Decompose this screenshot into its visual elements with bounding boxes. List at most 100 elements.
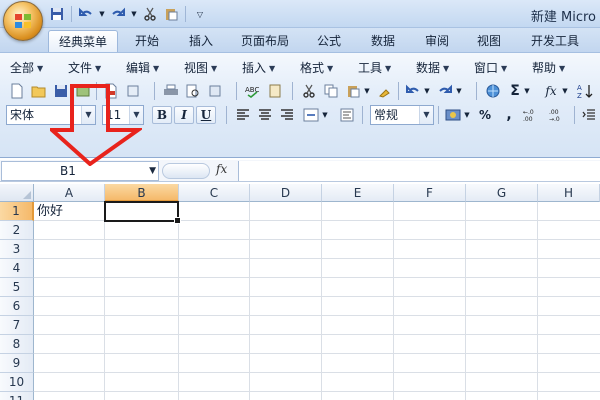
row-header-11[interactable]: 11 xyxy=(0,392,34,400)
hyperlink-globe-icon[interactable] xyxy=(484,82,502,100)
comma-style-button[interactable]: , xyxy=(500,106,518,124)
print-icon[interactable] xyxy=(162,82,180,100)
menu-help[interactable]: 帮助 ▼ xyxy=(532,58,565,78)
align-right-icon[interactable] xyxy=(278,106,296,124)
tab-formulas[interactable]: 公式 xyxy=(306,30,352,52)
worksheet-grid[interactable]: A B C D E F G H 1 2 3 4 5 6 7 8 9 10 11 … xyxy=(0,184,600,400)
tab-classic-menu[interactable]: 经典菜单 xyxy=(48,30,118,52)
row-header-7[interactable]: 7 xyxy=(0,316,34,335)
decrease-decimal-icon[interactable]: .00 →.0 xyxy=(548,106,566,124)
undo-dropdown-icon[interactable]: ▼ xyxy=(98,5,106,23)
tab-home[interactable]: 开始 xyxy=(124,30,170,52)
row-header-1[interactable]: 1 xyxy=(0,202,34,221)
tab-data[interactable]: 数据 xyxy=(360,30,406,52)
percent-style-button[interactable]: % xyxy=(476,106,494,124)
undo-icon[interactable] xyxy=(77,5,95,23)
formula-bar-splitter[interactable] xyxy=(162,163,210,179)
row-header-4[interactable]: 4 xyxy=(0,259,34,278)
menu-window[interactable]: 窗口 ▼ xyxy=(474,58,507,78)
formula-input[interactable] xyxy=(238,161,600,181)
chevron-down-icon[interactable]: ▼ xyxy=(419,106,433,124)
open-folder-icon[interactable] xyxy=(30,82,48,100)
spelling-icon[interactable] xyxy=(206,82,224,100)
chevron-down-icon[interactable]: ▼ xyxy=(149,162,156,180)
row-header-6[interactable]: 6 xyxy=(0,297,34,316)
column-header-h[interactable]: H xyxy=(538,184,600,202)
sort-ascending-icon[interactable]: AZ xyxy=(576,82,594,100)
redo-icon[interactable] xyxy=(436,82,454,100)
customize-qat-icon[interactable]: ▽ xyxy=(191,5,209,23)
wrap-text-icon[interactable] xyxy=(338,106,356,124)
redo-icon[interactable] xyxy=(109,5,127,23)
row-header-8[interactable]: 8 xyxy=(0,335,34,354)
new-document-icon[interactable] xyxy=(8,82,26,100)
save-icon[interactable] xyxy=(48,5,66,23)
paste-icon[interactable] xyxy=(344,82,362,100)
tab-developer[interactable]: 开发工具 xyxy=(522,30,588,52)
chevron-down-icon[interactable]: ▼ xyxy=(81,106,95,124)
column-header-e[interactable]: E xyxy=(322,184,394,202)
print-preview-icon[interactable] xyxy=(184,82,202,100)
name-box[interactable]: B1 ▼ xyxy=(1,161,159,181)
bold-button[interactable]: B xyxy=(152,106,172,124)
attach-icon[interactable] xyxy=(124,82,142,100)
font-size-combo[interactable]: 11 ▼ xyxy=(102,105,144,125)
menu-format[interactable]: 格式 ▼ xyxy=(300,58,333,78)
row-header-3[interactable]: 3 xyxy=(0,240,34,259)
undo-icon[interactable] xyxy=(404,82,422,100)
autosum-dropdown-icon[interactable]: ▼ xyxy=(522,82,532,100)
tab-review[interactable]: 审阅 xyxy=(414,30,460,52)
menu-file[interactable]: 文件 ▼ xyxy=(68,58,101,78)
column-header-b[interactable]: B xyxy=(105,184,179,202)
function-dropdown-icon[interactable]: ▼ xyxy=(560,82,570,100)
insert-function-icon[interactable]: fx xyxy=(542,82,560,100)
office-button[interactable] xyxy=(3,1,43,41)
research-icon[interactable] xyxy=(266,82,284,100)
save-icon[interactable] xyxy=(52,82,70,100)
menu-data[interactable]: 数据 ▼ xyxy=(416,58,449,78)
align-left-icon[interactable] xyxy=(234,106,252,124)
column-header-g[interactable]: G xyxy=(466,184,538,202)
pdf-icon[interactable] xyxy=(102,82,120,100)
permission-icon[interactable] xyxy=(74,82,92,100)
menu-edit[interactable]: 编辑 ▼ xyxy=(126,58,159,78)
row-header-2[interactable]: 2 xyxy=(0,221,34,240)
tab-page-layout[interactable]: 页面布局 xyxy=(232,30,298,52)
cut-icon[interactable] xyxy=(300,82,318,100)
number-format-combo[interactable]: 常规 ▼ xyxy=(370,105,434,125)
column-header-a[interactable]: A xyxy=(34,184,105,202)
chevron-down-icon[interactable]: ▼ xyxy=(129,106,143,124)
merge-center-icon[interactable] xyxy=(302,106,320,124)
accounting-format-icon[interactable] xyxy=(444,106,462,124)
column-header-c[interactable]: C xyxy=(179,184,250,202)
format-painter-icon[interactable] xyxy=(376,82,394,100)
column-header-f[interactable]: F xyxy=(394,184,466,202)
row-header-10[interactable]: 10 xyxy=(0,373,34,392)
row-header-5[interactable]: 5 xyxy=(0,278,34,297)
select-all-corner[interactable] xyxy=(0,184,34,202)
underline-button[interactable]: U xyxy=(196,106,216,124)
paste-dropdown-icon[interactable]: ▼ xyxy=(362,82,372,100)
copy-icon[interactable] xyxy=(322,82,340,100)
menu-view[interactable]: 视图 ▼ xyxy=(184,58,217,78)
paste-icon[interactable] xyxy=(162,5,180,23)
merge-dropdown-icon[interactable]: ▼ xyxy=(320,106,330,124)
menu-all[interactable]: 全部 ▼ xyxy=(10,58,43,78)
font-name-combo[interactable]: 宋体 ▼ xyxy=(6,105,96,125)
menu-tools[interactable]: 工具 ▼ xyxy=(358,58,391,78)
align-center-icon[interactable] xyxy=(256,106,274,124)
column-header-d[interactable]: D xyxy=(250,184,322,202)
spell-check-abc-icon[interactable]: ABC xyxy=(244,82,262,100)
undo-dropdown-icon[interactable]: ▼ xyxy=(422,82,432,100)
tab-view[interactable]: 视图 xyxy=(466,30,512,52)
redo-dropdown-icon[interactable]: ▼ xyxy=(454,82,464,100)
increase-decimal-icon[interactable]: ←.0.00 xyxy=(522,106,540,124)
italic-button[interactable]: I xyxy=(174,106,194,124)
redo-dropdown-icon[interactable]: ▼ xyxy=(130,5,138,23)
active-cell-b1[interactable] xyxy=(104,201,181,224)
insert-function-fx-icon[interactable]: fx xyxy=(216,162,227,176)
cell-a1[interactable]: 你好 xyxy=(37,202,63,221)
menu-insert[interactable]: 插入 ▼ xyxy=(242,58,275,78)
tab-insert[interactable]: 插入 xyxy=(178,30,224,52)
row-header-9[interactable]: 9 xyxy=(0,354,34,373)
